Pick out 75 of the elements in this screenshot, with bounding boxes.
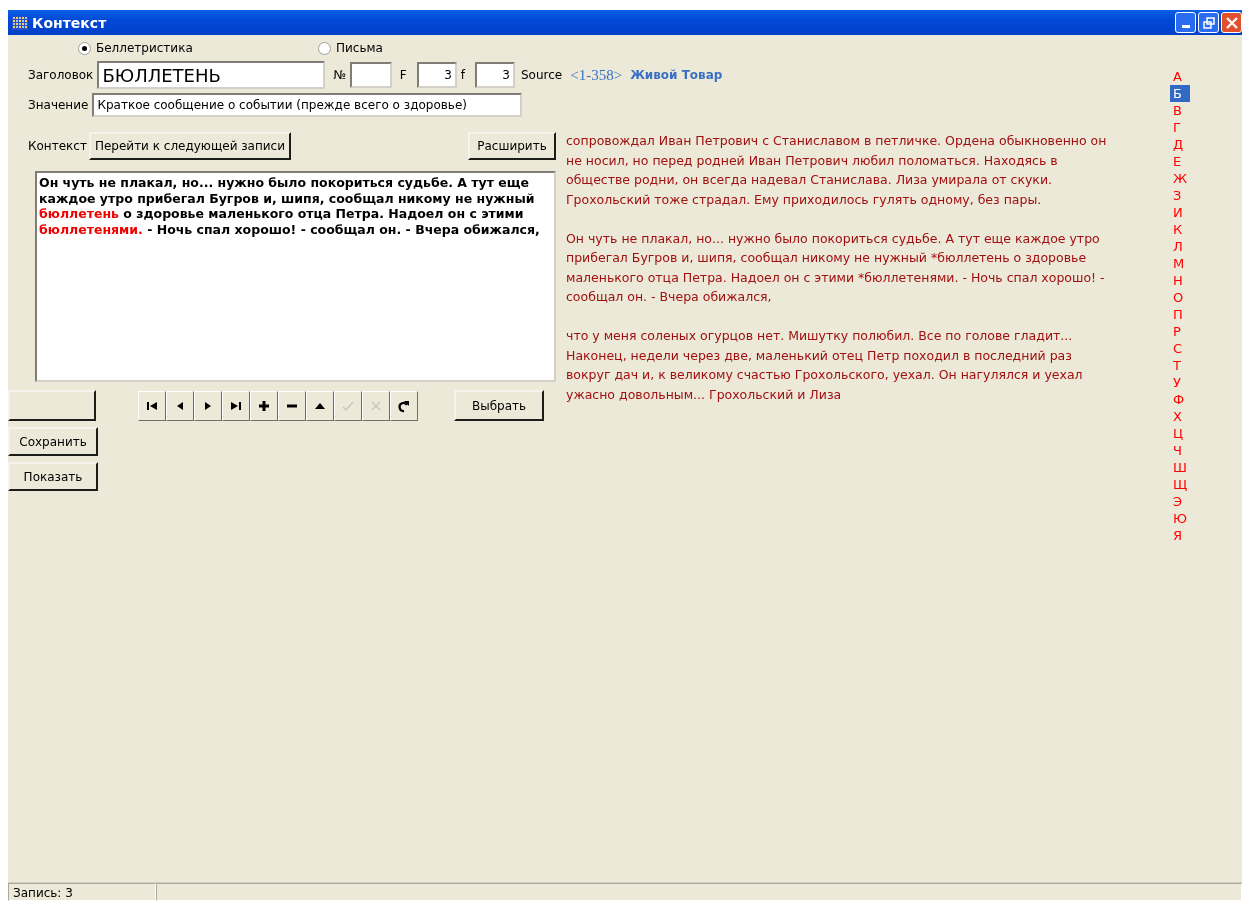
field-label: f xyxy=(460,68,465,82)
letter-item[interactable]: Э xyxy=(1170,493,1191,510)
source-title: Живой Товар xyxy=(630,68,723,82)
letter-item[interactable]: Ж xyxy=(1170,170,1195,187)
number-field[interactable]: 3 xyxy=(475,62,515,88)
field-label: Значение xyxy=(28,98,89,112)
field-label: Контекст xyxy=(28,139,87,153)
choose-button[interactable]: Выбрать xyxy=(454,390,544,421)
letter-item[interactable]: Л xyxy=(1170,238,1191,255)
letter-item[interactable]: Ч xyxy=(1170,442,1190,459)
letter-item[interactable]: А xyxy=(1170,68,1190,85)
restore-button[interactable] xyxy=(1198,12,1219,33)
letter-item[interactable]: Т xyxy=(1170,357,1189,374)
restore-icon xyxy=(1202,16,1215,29)
letter-item[interactable]: Р xyxy=(1170,323,1189,340)
letter-item[interactable]: Х xyxy=(1170,408,1190,425)
refresh-button[interactable] xyxy=(390,390,418,421)
next-record-button[interactable] xyxy=(194,390,222,421)
letter-item[interactable]: У xyxy=(1170,374,1189,391)
letter-item[interactable]: П xyxy=(1170,306,1191,323)
field-label: № xyxy=(333,68,346,82)
letter-item[interactable]: Д xyxy=(1170,136,1192,153)
radio-option[interactable]: Письма xyxy=(318,40,558,56)
excerpt-paragraph: сопровождал Иван Петрович с Станиславом в петличке. Ордена обыкновенно он не носил, но перед родней Иван Петрович любил поломаться. Находясь в обществе родни, он всегда надевал Станислава. Лиза умирала от скуки. Грохольский тоже страдал. Ему приходилось гулять одному, без пары. xyxy=(566,132,1108,209)
source-range: <1-358> xyxy=(570,66,623,84)
prior-record-button[interactable] xyxy=(166,390,194,421)
plus-icon xyxy=(257,398,271,413)
field-label: F xyxy=(399,68,407,82)
letter-item[interactable]: Ш xyxy=(1170,459,1195,476)
letter-item[interactable]: З xyxy=(1170,187,1190,204)
memo-field[interactable] xyxy=(35,171,556,382)
field-label: Заголовок xyxy=(28,68,94,82)
blank-button[interactable] xyxy=(8,390,96,421)
plus-button[interactable] xyxy=(250,390,278,421)
side-button[interactable]: Сохранить xyxy=(8,427,98,456)
excerpt-paragraph: что у меня соленых огурцов нет. Мишутку полюбил. Все по голове гладит... Наконец, недели через две, маленький отец Петр походил в последний раз вокруг дач и, к великому счастью Грохольского, уехал. Он нагулялся и уехал ужасно довольным... Грохольский и Лиза xyxy=(566,327,1084,404)
next-record-button[interactable]: Перейти к следующей записи xyxy=(88,132,292,160)
window-title: Контекст xyxy=(32,14,108,31)
letter-item[interactable]: И xyxy=(1170,204,1191,221)
letter-item[interactable]: Ц xyxy=(1170,425,1192,442)
status-text: Запись: 3 xyxy=(8,883,156,901)
letter-item[interactable]: О xyxy=(1170,289,1192,306)
letter-item[interactable]: Б xyxy=(1170,85,1190,102)
radio-option[interactable]: Беллетристика xyxy=(78,40,318,56)
close-button[interactable] xyxy=(1221,12,1242,33)
title-field[interactable]: БЮЛЛЕТЕНЬ xyxy=(97,61,326,89)
last-record-button[interactable] xyxy=(222,390,250,421)
letter-item[interactable]: Я xyxy=(1170,527,1191,544)
meaning-field[interactable]: Краткое сообщение о событии (прежде всего о здоровье) xyxy=(92,93,523,117)
minimize-button[interactable] xyxy=(1175,12,1196,33)
cross-icon xyxy=(369,398,383,413)
up-triangle-button[interactable] xyxy=(306,390,334,421)
minimize-icon xyxy=(1181,24,1190,28)
letter-item[interactable]: М xyxy=(1170,255,1193,272)
refresh-icon xyxy=(397,398,411,413)
minus-button[interactable] xyxy=(278,390,306,421)
letter-item[interactable]: К xyxy=(1170,221,1191,238)
excerpt-paragraph: Он чуть не плакал, но... нужно было покориться судьбе. А тут еще каждое утро прибегал Бугров и, шипя, сообщал никому не нужный *бюллетень о здоровье маленького отца Петра. Надоел он с этими *бюллетенями. - Ночь спал хорошо! - сообщал он. - Вчера обижался, xyxy=(566,229,1106,306)
letter-item[interactable]: Ф xyxy=(1170,391,1193,408)
side-button[interactable]: Показать xyxy=(8,462,98,491)
number-field[interactable] xyxy=(349,62,392,88)
grid-icon xyxy=(12,15,28,30)
field-label: Source xyxy=(521,68,563,82)
number-field[interactable]: 3 xyxy=(416,62,457,88)
memo-text: Он чуть не плакал, но... нужно было покориться судьбе. А тут еще каждое утро прибегал Бугров и, шипя, сообщал никому не нужный бюллетень о здоровье маленького отца Петра. Надоел он с этими бюллетенями. - Ночь спал хорошо! - сообщал он. - Вчера обижался, xyxy=(39,175,541,237)
letter-item[interactable]: Ю xyxy=(1170,510,1196,527)
letter-item[interactable]: Е xyxy=(1170,153,1190,170)
first-record-button[interactable] xyxy=(138,390,166,421)
close-icon xyxy=(1225,16,1238,29)
letter-item[interactable]: Н xyxy=(1170,272,1191,289)
expand-button[interactable]: Расширить xyxy=(468,132,556,160)
letter-item[interactable]: С xyxy=(1170,340,1191,357)
letter-item[interactable]: В xyxy=(1170,102,1190,119)
letter-item[interactable]: Г xyxy=(1170,119,1189,136)
letter-item[interactable]: Щ xyxy=(1170,476,1196,493)
